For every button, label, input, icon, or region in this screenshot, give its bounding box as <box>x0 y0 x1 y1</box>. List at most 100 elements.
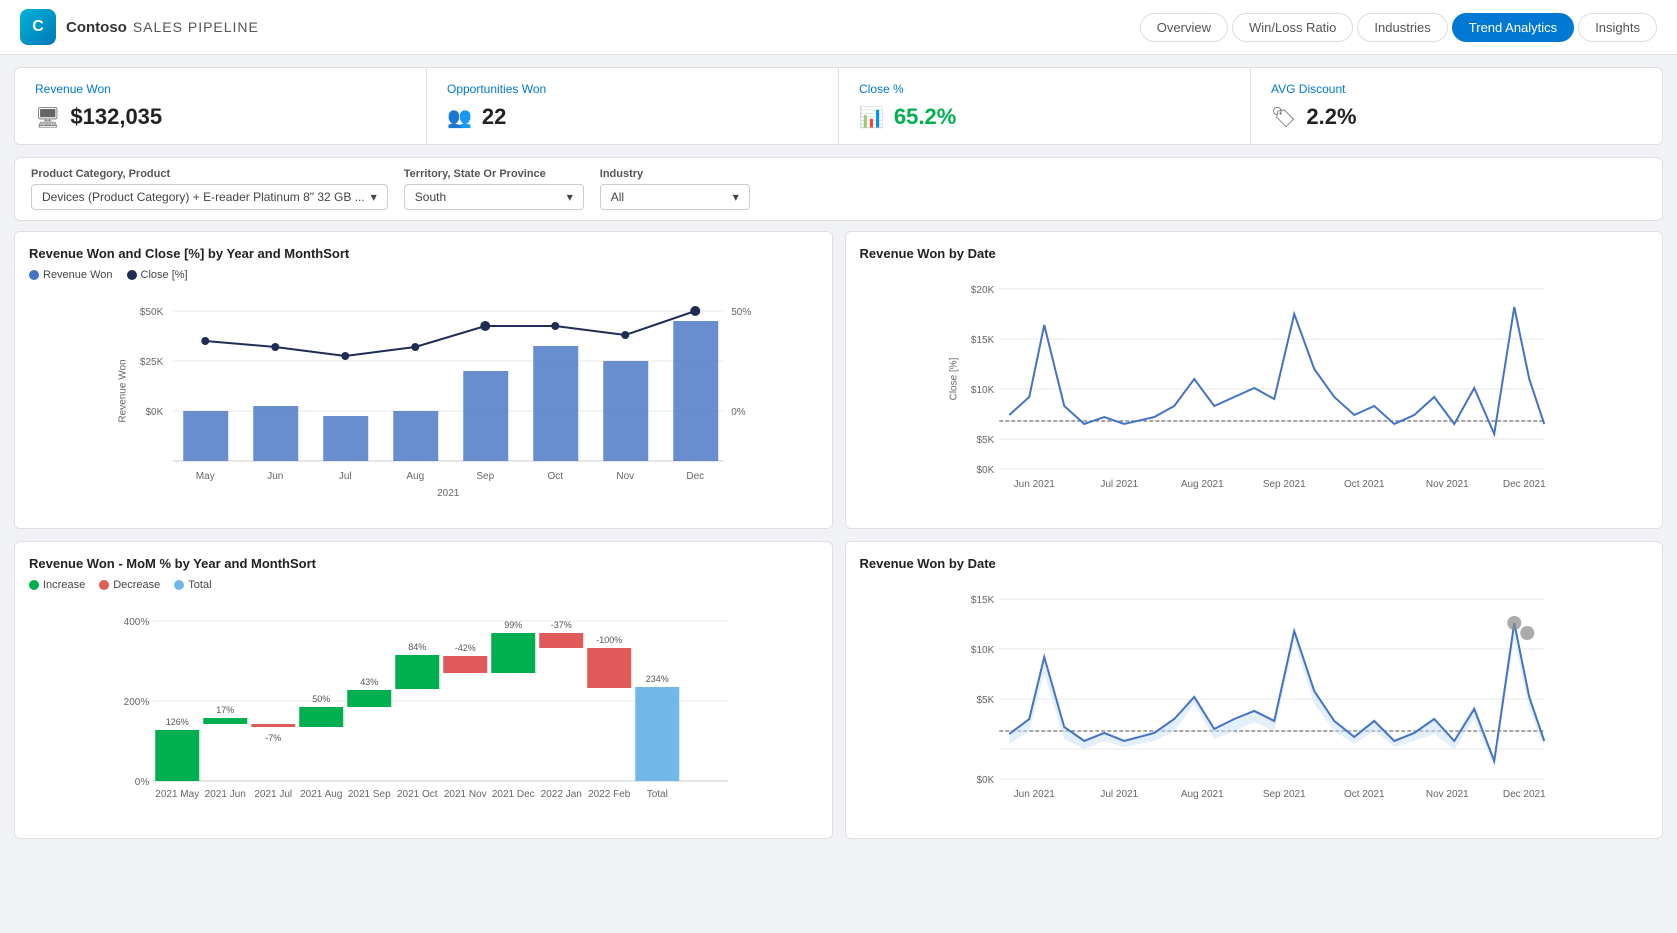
svg-text:$10K: $10K <box>970 385 994 396</box>
territory-filter-value: South <box>415 190 446 204</box>
chart1-title: Revenue Won and Close [%] by Year and Mo… <box>29 246 818 261</box>
svg-text:2021 Jun: 2021 Jun <box>205 789 246 800</box>
kpi-close-pct-value: 65.2% <box>894 104 956 130</box>
svg-text:400%: 400% <box>124 617 150 628</box>
svg-text:Jun 2021: Jun 2021 <box>1013 479 1055 490</box>
chart4-svg: $15K $10K $5K $0K Jun 2021 Jul 2021 Aug … <box>860 579 1649 819</box>
svg-text:Oct: Oct <box>547 471 563 482</box>
svg-text:-37%: -37% <box>551 620 572 630</box>
chart2-svg: $20K $15K $10K $5K $0K Jun 2021 Jul 2021… <box>860 269 1649 509</box>
chart3-title: Revenue Won - MoM % by Year and MonthSor… <box>29 556 818 571</box>
nav-insights[interactable]: Insights <box>1578 13 1657 42</box>
svg-text:$5K: $5K <box>976 435 994 446</box>
kpi-revenue-won-label: Revenue Won <box>35 82 406 96</box>
kpi-close-pct: Close % 📊 65.2% <box>839 68 1251 144</box>
product-filter-group: Product Category, Product Devices (Produ… <box>31 168 388 210</box>
legend-revenue-label: Revenue Won <box>43 269 113 281</box>
chart-revenue-by-date-1: Revenue Won by Date $20K $15K $10K $5K $… <box>845 231 1664 529</box>
svg-text:Close [%]: Close [%] <box>948 357 959 400</box>
nav-trend-analytics[interactable]: Trend Analytics <box>1452 13 1574 42</box>
kpi-avg-discount: AVG Discount 🏷 2.2% <box>1251 68 1662 144</box>
svg-text:Nov: Nov <box>616 471 634 482</box>
nav-bar: Overview Win/Loss Ratio Industries Trend… <box>1140 13 1657 42</box>
territory-filter-select[interactable]: South ▾ <box>404 184 584 210</box>
svg-text:2021 Nov: 2021 Nov <box>444 789 487 800</box>
svg-text:Nov 2021: Nov 2021 <box>1425 479 1468 490</box>
svg-text:2021 May: 2021 May <box>155 789 199 800</box>
svg-text:-7%: -7% <box>265 733 281 743</box>
industry-filter-label: Industry <box>600 168 750 180</box>
svg-text:2021: 2021 <box>437 488 460 499</box>
product-filter-select[interactable]: Devices (Product Category) + E-reader Pl… <box>31 184 388 210</box>
legend-decrease-dot <box>99 580 109 590</box>
filters-row: Product Category, Product Devices (Produ… <box>14 157 1663 221</box>
svg-text:$0K: $0K <box>976 775 994 786</box>
nav-win-loss[interactable]: Win/Loss Ratio <box>1232 13 1353 42</box>
legend-total-dot <box>174 580 184 590</box>
legend-revenue-dot <box>29 270 39 280</box>
chart-revenue-close: Revenue Won and Close [%] by Year and Mo… <box>14 231 833 529</box>
chart1-svg: $50K $25K $0K 50% 0% <box>29 291 818 511</box>
svg-text:2021 Oct: 2021 Oct <box>397 789 438 800</box>
kpi-row: Revenue Won 🖥 $132,035 Opportunities Won… <box>14 67 1663 145</box>
svg-text:234%: 234% <box>646 674 669 684</box>
svg-text:Aug: Aug <box>406 471 424 482</box>
kpi-close-pct-label: Close % <box>859 82 1230 96</box>
kpi-opportunities: Opportunities Won 👥 22 <box>427 68 839 144</box>
header: C Contoso SALES PIPELINE Overview Win/Lo… <box>0 0 1677 55</box>
industry-filter-value: All <box>611 190 624 204</box>
svg-text:200%: 200% <box>124 697 150 708</box>
svg-text:$50K: $50K <box>140 307 164 318</box>
chart-revenue-by-date-2: Revenue Won by Date $15K $10K $5K $0K Ju… <box>845 541 1664 839</box>
charts-grid: Revenue Won and Close [%] by Year and Mo… <box>14 231 1663 839</box>
nav-overview[interactable]: Overview <box>1140 13 1228 42</box>
chart2-title: Revenue Won by Date <box>860 246 1649 261</box>
svg-text:0%: 0% <box>731 407 746 418</box>
svg-text:84%: 84% <box>408 642 426 652</box>
territory-filter-group: Territory, State Or Province South ▾ <box>404 168 584 210</box>
kpi-revenue-value: $132,035 <box>70 104 162 130</box>
svg-text:0%: 0% <box>135 777 150 788</box>
svg-text:2021 Jul: 2021 Jul <box>254 789 292 800</box>
svg-text:99%: 99% <box>504 620 522 630</box>
product-filter-value: Devices (Product Category) + E-reader Pl… <box>42 190 365 204</box>
legend-close-dot <box>127 270 137 280</box>
svg-text:Jul: Jul <box>339 471 352 482</box>
svg-text:Nov 2021: Nov 2021 <box>1425 789 1468 800</box>
legend-close-label: Close [%] <box>141 269 188 281</box>
svg-text:-100%: -100% <box>596 635 622 645</box>
legend-close-pct: Close [%] <box>127 269 188 281</box>
industry-filter-select[interactable]: All ▾ <box>600 184 750 210</box>
svg-text:2022 Jan: 2022 Jan <box>541 789 582 800</box>
svg-text:$25K: $25K <box>140 357 164 368</box>
legend-increase-dot <box>29 580 39 590</box>
svg-text:43%: 43% <box>360 677 378 687</box>
svg-text:Sep 2021: Sep 2021 <box>1262 789 1305 800</box>
nav-industries[interactable]: Industries <box>1357 13 1447 42</box>
industry-filter-group: Industry All ▾ <box>600 168 750 210</box>
territory-filter-label: Territory, State Or Province <box>404 168 584 180</box>
kpi-close-pct-icon: 📊 <box>859 105 884 130</box>
svg-text:Aug 2021: Aug 2021 <box>1180 789 1223 800</box>
legend-total: Total <box>174 579 211 591</box>
chart3-svg: 400% 200% 0% 126% 17% -7% 50% 43% 84% <box>29 601 818 821</box>
kpi-opportunities-value: 22 <box>482 104 506 130</box>
svg-text:Oct 2021: Oct 2021 <box>1343 789 1384 800</box>
svg-text:2021 Dec: 2021 Dec <box>492 789 535 800</box>
svg-text:Dec 2021: Dec 2021 <box>1502 789 1545 800</box>
kpi-avg-discount-label: AVG Discount <box>1271 82 1642 96</box>
svg-text:126%: 126% <box>166 717 189 727</box>
svg-text:Revenue Won: Revenue Won <box>117 359 128 422</box>
svg-text:Dec 2021: Dec 2021 <box>1502 479 1545 490</box>
kpi-avg-discount-icon: 🏷 <box>1271 105 1296 130</box>
territory-filter-chevron: ▾ <box>567 190 573 204</box>
chart1-legend: Revenue Won Close [%] <box>29 269 818 281</box>
svg-text:Aug 2021: Aug 2021 <box>1180 479 1223 490</box>
logo: C <box>20 9 56 45</box>
kpi-revenue-won: Revenue Won 🖥 $132,035 <box>15 68 427 144</box>
svg-text:$0K: $0K <box>145 407 163 418</box>
legend-decrease-label: Decrease <box>113 579 160 591</box>
legend-revenue-won: Revenue Won <box>29 269 113 281</box>
svg-text:Jun 2021: Jun 2021 <box>1013 789 1055 800</box>
svg-text:17%: 17% <box>216 705 234 715</box>
